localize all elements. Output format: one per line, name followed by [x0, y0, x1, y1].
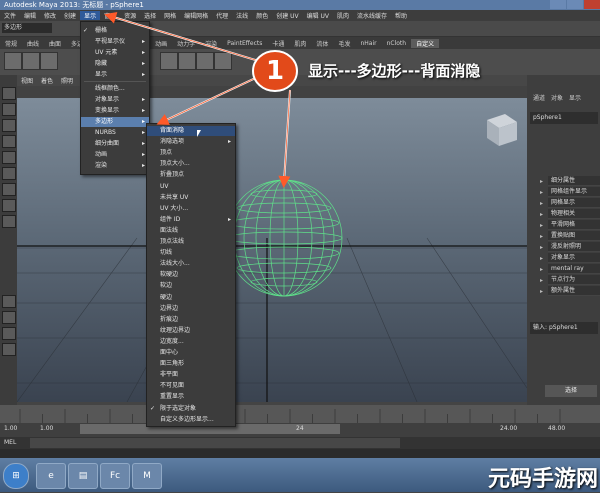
watermark: 元码手游网 [488, 467, 599, 492]
callout-number: 1 [265, 56, 285, 86]
annotation-text: 显示---多边形---背面消隐 [308, 62, 481, 80]
annotation-arrows [104, 11, 298, 188]
